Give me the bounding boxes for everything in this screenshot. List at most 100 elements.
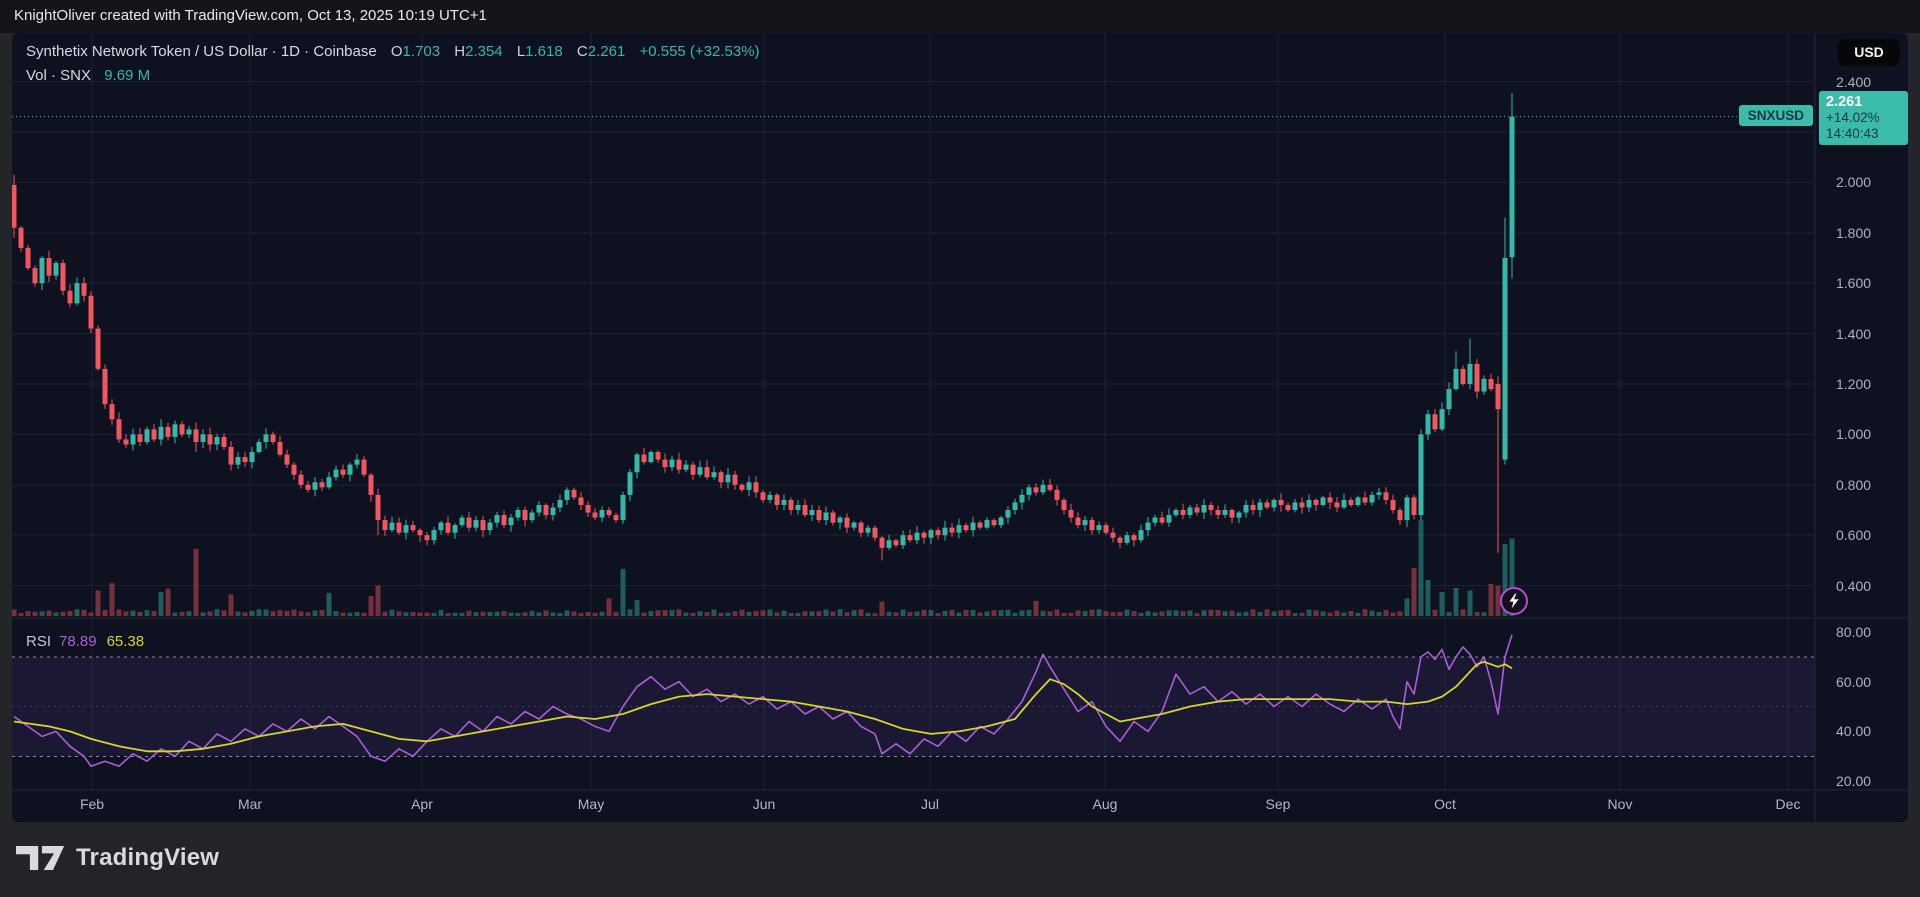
candle	[859, 523, 864, 533]
volume-bar	[936, 613, 941, 616]
volume-bar	[1230, 611, 1235, 616]
currency-button[interactable]: USD	[1838, 39, 1900, 66]
candle	[1419, 434, 1424, 515]
volume-bar	[775, 612, 780, 616]
volume-bar	[453, 613, 458, 616]
candle	[411, 525, 416, 530]
volume-bar	[579, 613, 584, 616]
candle	[1328, 497, 1333, 502]
symbol-title[interactable]: Synthetix Network Token / US Dollar · 1D…	[26, 43, 377, 60]
volume-bar	[1048, 611, 1053, 616]
candle	[229, 447, 234, 465]
candle	[1335, 502, 1340, 507]
volume-bar	[1153, 612, 1158, 616]
candle	[642, 455, 647, 463]
volume-bar	[1440, 592, 1445, 616]
candle	[901, 535, 906, 545]
volume-bar	[705, 612, 710, 616]
volume-bar	[173, 613, 178, 616]
volume-label[interactable]: Vol · SNX	[26, 67, 91, 84]
volume-bar	[656, 610, 661, 616]
tradingview-logo[interactable]: TradingView	[16, 844, 219, 872]
candle	[1447, 389, 1452, 409]
volume-bar	[117, 609, 122, 616]
volume-bar	[89, 612, 94, 616]
candle	[439, 523, 444, 531]
candle	[768, 495, 773, 500]
volume-bar	[502, 611, 507, 616]
candle	[1195, 507, 1200, 512]
volume-bar	[1062, 613, 1067, 616]
volume-bar	[1405, 598, 1410, 616]
candle	[1041, 485, 1046, 493]
candle	[61, 263, 66, 291]
candle	[19, 228, 24, 248]
candle	[96, 329, 101, 369]
volume-bar	[292, 609, 297, 616]
candle	[663, 460, 668, 468]
volume-bar	[649, 611, 654, 616]
volume-bar	[1020, 610, 1025, 616]
ohlc-close-label: C	[577, 43, 588, 60]
volume-bar	[726, 613, 731, 616]
volume-bar	[859, 609, 864, 616]
candle	[397, 523, 402, 533]
candle	[635, 455, 640, 473]
volume-bar	[1041, 611, 1046, 616]
candle	[600, 510, 605, 518]
footer-bar: TradingView	[0, 822, 1920, 897]
volume-bar	[194, 549, 199, 616]
volume-bar	[712, 609, 717, 616]
candle	[1062, 500, 1067, 510]
candle	[222, 437, 227, 447]
volume-bar	[26, 611, 31, 616]
candle	[1349, 500, 1354, 505]
tradingview-logo-text: TradingView	[76, 844, 219, 872]
volume-bar	[1433, 610, 1438, 616]
candle	[1468, 364, 1473, 384]
volume-bar	[1069, 613, 1074, 616]
price-axis-label: 1.400	[1836, 326, 1906, 342]
candle	[1398, 510, 1403, 520]
volume-bar	[915, 611, 920, 616]
volume-bar	[390, 610, 395, 616]
ohlc-change-value: +0.555 (+32.53%)	[639, 43, 759, 60]
volume-bar	[768, 609, 773, 616]
candle	[1391, 500, 1396, 510]
volume-bar	[1461, 609, 1466, 616]
time-axis-label: Jun	[734, 796, 794, 812]
volume-bar	[1174, 610, 1179, 616]
volume-bar	[733, 611, 738, 616]
candle	[1461, 369, 1466, 384]
candle	[1244, 505, 1249, 513]
volume-bar	[1370, 611, 1375, 616]
rsi-value: 78.89	[59, 633, 97, 650]
tradingview-screenshot: KnightOliver created with TradingView.co…	[0, 0, 1920, 897]
volume-bar	[152, 611, 157, 616]
chart-legend-row: Synthetix Network Token / US Dollar · 1D…	[26, 43, 763, 60]
volume-bar	[306, 612, 311, 616]
candle	[1104, 525, 1109, 533]
candle	[943, 528, 948, 536]
candle	[1139, 530, 1144, 540]
volume-bar	[1489, 584, 1494, 616]
candle	[341, 470, 346, 475]
volume-bar	[1237, 612, 1242, 616]
volume-bar	[523, 612, 528, 616]
rsi-label[interactable]: RSI	[26, 633, 51, 650]
candle	[908, 535, 913, 540]
price-axis-label: 0.600	[1836, 527, 1906, 543]
candle	[488, 523, 493, 531]
ohlc-open-value: 1.703	[403, 43, 441, 60]
candle	[1265, 502, 1270, 507]
volume-bar	[999, 610, 1004, 616]
candle	[1230, 510, 1235, 518]
volume-bar	[1076, 610, 1081, 616]
candle	[418, 530, 423, 535]
volume-value: 9.69 M	[104, 67, 150, 84]
lightning-marker-button[interactable]	[1500, 587, 1528, 615]
symbol-price-label: SNXUSD	[1739, 105, 1813, 126]
volume-bar	[82, 610, 87, 616]
candle	[1090, 520, 1095, 530]
volume-bar	[509, 613, 514, 616]
